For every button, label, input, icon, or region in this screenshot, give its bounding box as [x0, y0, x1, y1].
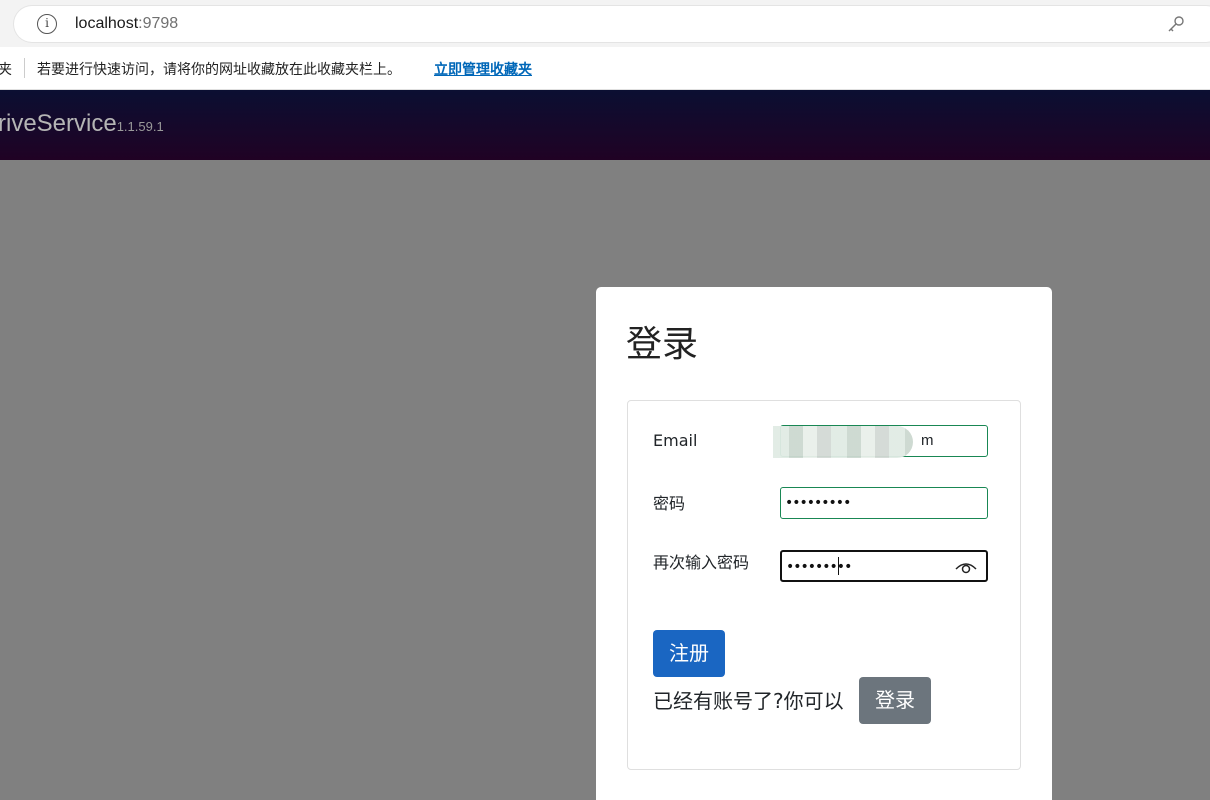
email-label: Email [653, 431, 698, 450]
favorites-message: 若要进行快速访问，请将你的网址收藏放在此收藏夹栏上。 [37, 61, 401, 77]
favorites-folder[interactable]: 夹 [0, 59, 12, 79]
email-field[interactable]: m [773, 425, 988, 458]
favorites-divider [24, 58, 25, 78]
login-button[interactable]: 登录 [859, 677, 931, 724]
card-title: 登录 [626, 324, 699, 365]
brand-version: 1.1.59.1 [116, 119, 164, 134]
brand-name: riveService [0, 110, 117, 137]
manage-favorites-link[interactable]: 立即管理收藏夹 [434, 59, 532, 79]
url-text[interactable]: localhost:9798 [75, 14, 178, 34]
info-icon[interactable]: i [37, 14, 57, 34]
confirm-password-field[interactable]: ••••••••• [780, 550, 988, 582]
password-field[interactable]: ••••••••• [780, 487, 988, 519]
url-port: :9798 [138, 15, 179, 32]
have-account-text: 已经有账号了?你可以 [653, 689, 844, 713]
email-value-visible: m [921, 432, 934, 449]
confirm-password-value: ••••••••• [786, 559, 852, 575]
key-icon[interactable] [1166, 15, 1186, 35]
login-card: 登录 Email m 密码 ••••••••• 再次输入密码 •••••••••… [596, 287, 1052, 800]
email-redacted-blur [773, 426, 913, 458]
password-label: 密码 [653, 494, 686, 513]
url-host: localhost [75, 15, 139, 32]
address-bar[interactable]: i localhost:9798 [14, 6, 1210, 42]
register-form: Email m 密码 ••••••••• 再次输入密码 ••••••••• 注册… [627, 400, 1021, 770]
app-header: riveService1.1.59.1 [0, 90, 1210, 160]
register-button[interactable]: 注册 [653, 630, 725, 677]
text-caret [838, 557, 839, 575]
browser-address-row: i localhost:9798 [0, 0, 1210, 47]
password-value: ••••••••• [785, 495, 851, 511]
eye-icon[interactable] [955, 559, 977, 575]
favorites-bar: 夹 若要进行快速访问，请将你的网址收藏放在此收藏夹栏上。 立即管理收藏夹 [0, 47, 1210, 90]
confirm-password-label: 再次输入密码 [653, 553, 750, 572]
brand[interactable]: riveService1.1.59.1 [0, 110, 164, 138]
